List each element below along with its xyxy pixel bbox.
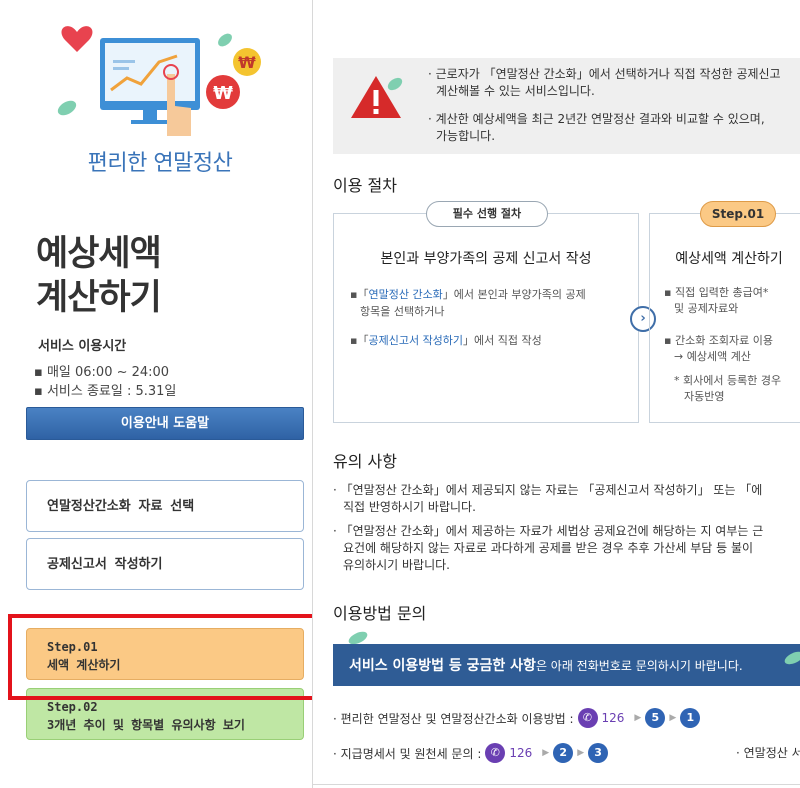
withholding-inquiry-label: · 지급명세서 및 원천세 문의 : [333, 746, 482, 761]
card2-line3: ▪ 간소화 조회자료 이용 [664, 334, 774, 347]
card2-line2: 및 공제자료와 [674, 302, 739, 315]
step1-label: Step.01 [47, 640, 98, 654]
arrow-right-icon: ▶ [542, 748, 550, 758]
inquiry-section-title: 이용방법 문의 [333, 604, 427, 623]
inquiry-line-usage: · 편리한 연말정산 및 연말정산간소화 이용방법 : ✆ 126 ▶ 5 ▶ … [333, 706, 701, 730]
procedure-section-title: 이용 절차 [333, 176, 397, 195]
divider [313, 784, 800, 785]
simplified-link[interactable]: 연말정산 간소화 [368, 288, 442, 301]
notice-line-2a: · 계산한 예상세액을 최근 2년간 연말정산 결과와 비교할 수 있으며, [428, 112, 765, 126]
banner-strong-text: 서비스 이용방법 등 궁금한 사항 [349, 658, 536, 674]
menu-number-badge: 2 [553, 743, 574, 763]
step1-tax-calc-button[interactable]: Step.01 세액 계산하기 [26, 628, 304, 680]
phone-number: 126 [509, 746, 533, 760]
menu-number-badge: 3 [588, 743, 609, 763]
phone-icon: ✆ [577, 708, 598, 728]
notice-line-1a: · 근로자가 「연말정산 간소화」에서 선택하거나 직접 작성한 공제신고 [428, 67, 781, 81]
notice-text-1: · 근로자가 「연말정산 간소화」에서 선택하거나 직접 작성한 공제신고 계산… [428, 66, 781, 100]
card2-title: 예상세액 계산하기 [675, 251, 783, 267]
monitor-chart-illustration-icon: ₩ ₩ [57, 26, 261, 136]
sidebar: ₩ ₩ 편리한 연말정산 예상세액 계산하기 서비스 이용시간 ▪ 매일 06:… [0, 0, 322, 788]
help-guide-button[interactable]: 이용안내 도움말 [26, 407, 304, 440]
card2-line4: → 예상세액 계산 [674, 350, 751, 363]
menu-number-badge: 5 [645, 708, 666, 728]
arrow-right-icon: ▶ [577, 748, 585, 758]
caution-2-line-a: · 「연말정산 간소화」에서 제공하는 자료가 세법상 공제요건에 해당하는 지… [333, 524, 764, 538]
caution-2-line-b: 요건에 해당하지 않는 자료로 과다하게 공제를 받은 경우 추후 가산세 부담… [343, 541, 754, 555]
page-title-line2: 계산하기 [36, 278, 162, 318]
notice-text-2: · 계산한 예상세액을 최근 2년간 연말정산 결과와 비교할 수 있으며, 가… [428, 111, 765, 145]
procedure-card-prerequisite: 필수 선행 절차 본인과 부양가족의 공제 신고서 작성 ▪「연말정산 간소화」… [333, 201, 639, 423]
cautions-section-title: 유의 사항 [333, 452, 397, 471]
procedure-card-step1: Step.01 예상세액 계산하기 ▪ 직접 입력한 총급여* 및 공제자료와 … [649, 201, 800, 423]
inquiry-banner: 서비스 이용방법 등 궁금한 사항은 아래 전화번호로 문의하시기 바랍니다. [333, 644, 800, 686]
deduction-form-button[interactable]: 공제신고서 작성하기 [26, 538, 304, 590]
caution-1-line-b: 직접 반영하시기 바랍니다. [343, 500, 476, 514]
step2-label: Step.02 [47, 700, 98, 714]
phone-number: 126 [601, 711, 625, 725]
inquiry-line-yearend: · 연말정산 서 [736, 746, 800, 760]
arrow-right-icon: ▶ [634, 713, 642, 723]
card1-title: 본인과 부양가족의 공제 신고서 작성 [380, 251, 592, 267]
step1-pill: Step.01 [700, 201, 776, 227]
caution-1-line-a: · 「연말정산 간소화」에서 제공되지 않는 자료는 「공제신고서 작성하기」 … [333, 483, 763, 497]
service-end-date: ▪ 서비스 종료일 : 5.31일 [34, 384, 177, 399]
card2-line6: 자동반영 [684, 390, 725, 403]
card1-line1: ▪「연말정산 간소화」에서 본인과 부양가족의 공제 [350, 288, 586, 301]
logo-title: 편리한 연말정산 [87, 151, 233, 176]
svg-text:₩: ₩ [213, 83, 233, 104]
page-title: 예상세액 계산하기 [36, 232, 162, 320]
card2-line5: * 회사에서 등록한 경우 [674, 374, 782, 387]
menu-number-badge: 1 [680, 708, 701, 728]
phone-icon: ✆ [485, 743, 506, 763]
step1-title: 세액 계산하기 [47, 658, 121, 672]
simplified-data-select-button[interactable]: 연말정산간소화 자료 선택 [26, 480, 304, 532]
service-hours-daily: ▪ 매일 06:00 ~ 24:00 [34, 365, 170, 380]
card2-line1: ▪ 직접 입력한 총급여* [664, 286, 769, 299]
main-content: · 근로자가 「연말정산 간소화」에서 선택하거나 직접 작성한 공제신고 계산… [312, 0, 800, 788]
notice-line-2b: 가능합니다. [436, 129, 496, 143]
card1-line2: 항목을 선택하거나 [360, 305, 445, 318]
usage-inquiry-label: · 편리한 연말정산 및 연말정산간소화 이용방법 : [333, 711, 574, 726]
step2-title: 3개년 추이 및 항목별 유의사항 보기 [47, 718, 245, 732]
caution-2-line-c: 유의하시기 바랍니다. [343, 558, 450, 572]
card1-line3: ▪「공제신고서 작성하기」에서 직접 작성 [350, 334, 542, 347]
banner-leaf-icon [784, 651, 800, 665]
warning-icon [351, 76, 403, 118]
deduction-form-link[interactable]: 공제신고서 작성하기 [368, 334, 463, 347]
svg-text:₩: ₩ [238, 53, 256, 72]
banner-rest-text: 은 아래 전화번호로 문의하시기 바랍니다. [535, 659, 743, 673]
inquiry-line-withholding: · 지급명세서 및 원천세 문의 : ✆ 126 ▶ 2 ▶ 3 [333, 741, 609, 765]
prerequisite-pill: 필수 선행 절차 [426, 201, 548, 227]
step2-trend-button[interactable]: Step.02 3개년 추이 및 항목별 유의사항 보기 [26, 688, 304, 740]
notice-line-1b: 계산해볼 수 있는 서비스입니다. [436, 84, 595, 98]
arrow-right-icon: ▶ [669, 713, 677, 723]
page-title-line1: 예상세액 [36, 234, 162, 274]
service-hours-heading: 서비스 이용시간 [38, 339, 127, 354]
